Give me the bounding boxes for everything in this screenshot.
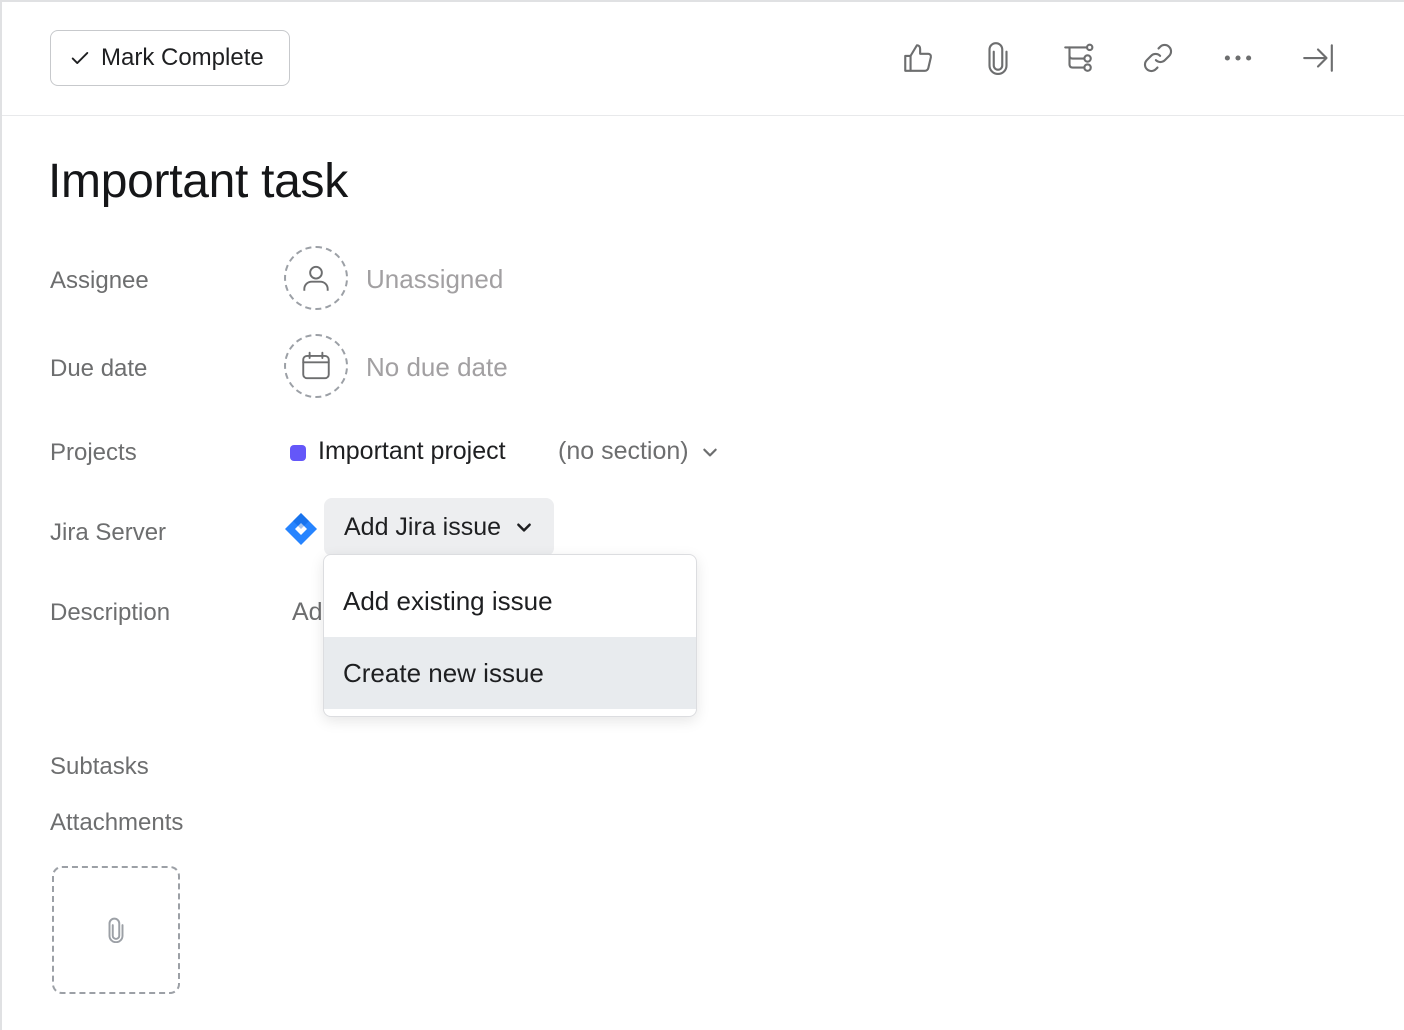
menu-item-add-existing-issue[interactable]: Add existing issue <box>324 565 696 637</box>
task-detail-pane: Mark Complete Important task Assignee Un… <box>0 0 1404 1030</box>
mark-complete-button[interactable]: Mark Complete <box>50 30 290 86</box>
projects-label: Projects <box>50 439 137 466</box>
thumbs-up-icon <box>904 44 932 72</box>
add-jira-issue-button[interactable]: Add Jira issue <box>324 498 554 556</box>
task-title[interactable]: Important task <box>48 154 348 209</box>
add-jira-issue-label: Add Jira issue <box>344 512 502 541</box>
mark-complete-label: Mark Complete <box>101 44 264 71</box>
due-date-label: Due date <box>50 355 148 382</box>
calendar-icon <box>302 351 330 380</box>
chevron-down-icon <box>702 448 717 456</box>
description-input[interactable]: Ad <box>292 598 323 627</box>
due-date-button[interactable] <box>284 334 348 398</box>
chevron-down-icon <box>517 523 531 532</box>
copy-link-button[interactable] <box>1138 38 1178 78</box>
add-attachment-dropzone[interactable] <box>52 866 180 994</box>
task-toolbar: Mark Complete <box>2 2 1404 116</box>
subtask-icon <box>1064 43 1094 72</box>
paperclip-icon <box>988 42 1008 75</box>
section-label: (no section) <box>558 437 689 465</box>
project-link[interactable]: Important project <box>318 437 506 466</box>
jira-issue-menu: Add existing issue Create new issue <box>323 554 697 717</box>
due-date-value[interactable]: No due date <box>366 352 508 383</box>
link-icon <box>1143 43 1173 73</box>
paperclip-icon <box>108 917 124 943</box>
more-actions-button[interactable] <box>1218 38 1258 78</box>
subtask-button[interactable] <box>1058 38 1098 78</box>
assignee-label: Assignee <box>50 267 149 294</box>
section-dropdown[interactable]: (no section) <box>558 437 719 466</box>
attach-button[interactable] <box>978 38 1018 78</box>
like-button[interactable] <box>898 38 938 78</box>
jira-server-label: Jira Server <box>50 519 167 546</box>
attachments-label: Attachments <box>50 809 184 836</box>
jira-logo-icon <box>285 513 317 545</box>
close-pane-button[interactable] <box>1298 38 1338 78</box>
project-color-dot <box>290 445 306 461</box>
person-icon <box>303 265 329 291</box>
description-label: Description <box>50 599 171 626</box>
close-pane-icon <box>1303 44 1333 72</box>
menu-item-create-new-issue[interactable]: Create new issue <box>324 637 696 709</box>
check-icon <box>71 52 89 64</box>
subtasks-label: Subtasks <box>50 753 149 780</box>
assignee-avatar-button[interactable] <box>284 246 348 310</box>
assignee-value[interactable]: Unassigned <box>366 264 503 295</box>
more-icon <box>1224 55 1252 61</box>
